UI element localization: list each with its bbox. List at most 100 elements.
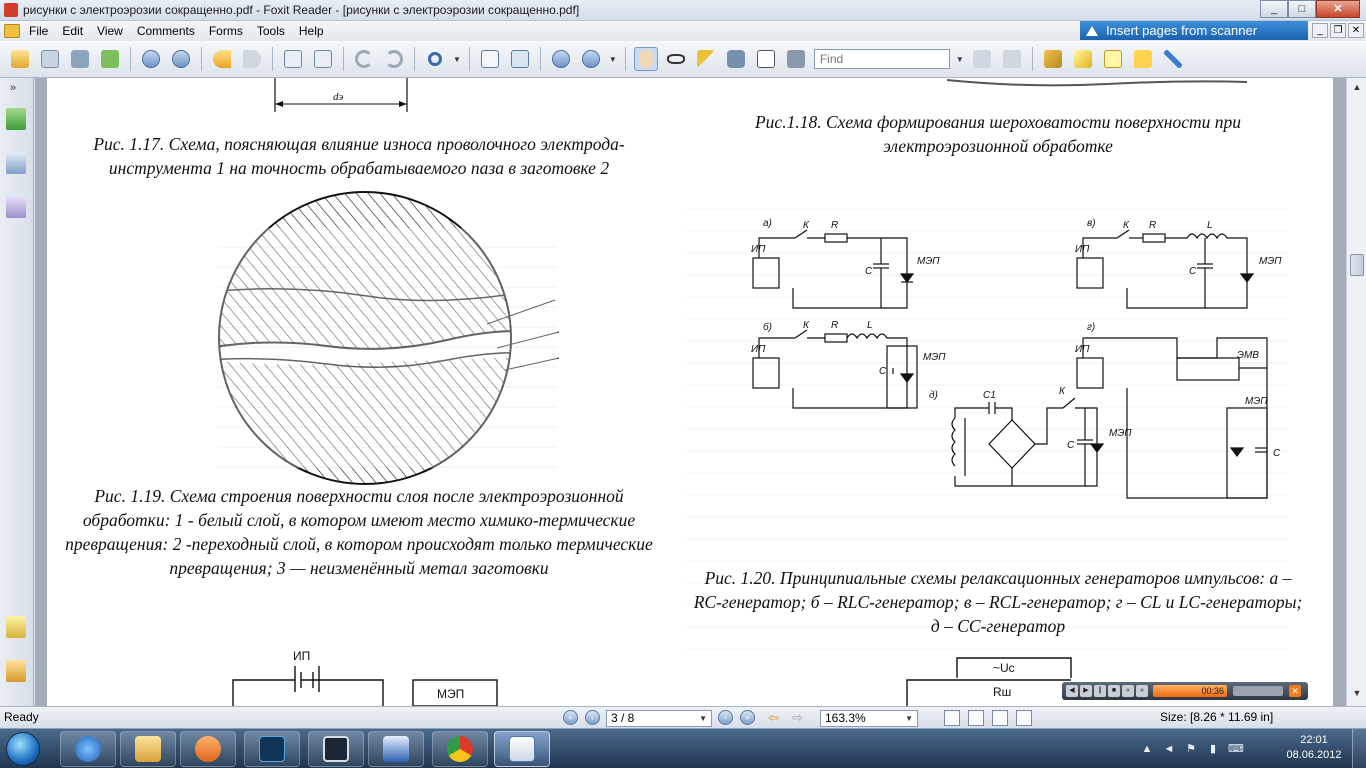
close-button[interactable]: ✕	[1316, 0, 1360, 18]
taskbar-save[interactable]	[308, 731, 364, 767]
show-desktop-button[interactable]	[1352, 729, 1366, 768]
taskbar-ie[interactable]	[60, 731, 116, 767]
bookmarks-panel-button[interactable]	[6, 108, 26, 130]
continuous-view-button[interactable]	[968, 710, 984, 726]
doc-minimize-button[interactable]: _	[1312, 23, 1328, 38]
redo-button[interactable]	[382, 47, 406, 71]
next-page-button[interactable]	[169, 47, 193, 71]
menu-tools[interactable]: Tools	[250, 24, 292, 38]
doc-close-button[interactable]: ✕	[1348, 23, 1364, 38]
fit-page-button[interactable]	[478, 47, 502, 71]
save-button[interactable]	[38, 47, 62, 71]
back-button[interactable]	[210, 47, 234, 71]
comments-panel-button[interactable]	[6, 616, 26, 638]
select-tool-button[interactable]	[694, 47, 718, 71]
taskbar-explorer[interactable]	[120, 731, 176, 767]
prev-page-button[interactable]: ‹	[585, 710, 600, 725]
previous-page-button[interactable]	[139, 47, 163, 71]
menu-edit[interactable]: Edit	[55, 24, 90, 38]
pages-panel-button[interactable]	[6, 152, 26, 174]
fit-width-button[interactable]	[508, 47, 532, 71]
menu-view[interactable]: View	[90, 24, 130, 38]
find-input[interactable]	[813, 49, 950, 69]
scroll-up-arrow[interactable]: ▲	[1350, 82, 1364, 96]
forward-button[interactable]	[240, 47, 264, 71]
next-page-status-button[interactable]: ›	[718, 710, 733, 725]
taskbar-chrome[interactable]	[432, 731, 488, 767]
media-volume-slider[interactable]	[1233, 686, 1283, 696]
panel-expand-icon[interactable]: »	[10, 82, 16, 94]
select-text-button[interactable]	[664, 47, 688, 71]
media-prev-button[interactable]: ◀	[1066, 685, 1078, 697]
minimize-button[interactable]: _	[1260, 0, 1288, 18]
network-icon[interactable]: ⚑	[1184, 742, 1198, 756]
media-rewind-button[interactable]: «	[1122, 685, 1134, 697]
note-button[interactable]	[1131, 47, 1155, 71]
insert-pages-banner[interactable]: Insert pages from scanner	[1080, 21, 1308, 40]
start-button[interactable]	[6, 732, 40, 766]
highlight-button[interactable]	[1071, 47, 1095, 71]
insert-page-button[interactable]	[281, 47, 305, 71]
media-close-button[interactable]: ✕	[1289, 685, 1301, 697]
power-icon[interactable]: ▮	[1206, 742, 1220, 756]
find-next-button[interactable]	[1000, 47, 1024, 71]
scroll-down-arrow[interactable]: ▼	[1350, 688, 1364, 702]
document-view[interactable]: dэ Рис. 1.17. Схема, поясняющая влияние …	[35, 78, 1346, 706]
media-forward-button[interactable]: »	[1136, 685, 1148, 697]
taskbar-photoshop[interactable]	[244, 731, 300, 767]
print-button[interactable]	[68, 47, 92, 71]
vertical-scrollbar[interactable]: ▲ ▼	[1346, 78, 1366, 706]
taskbar-media-player[interactable]	[180, 731, 236, 767]
find-previous-button[interactable]	[970, 47, 994, 71]
zoom-status-dropdown-arrow[interactable]: ▼	[905, 711, 913, 726]
maximize-button[interactable]: □	[1288, 0, 1316, 18]
hand-tool-button[interactable]	[633, 47, 658, 71]
media-pause-button[interactable]: ∥	[1094, 685, 1106, 697]
zoom-level-dropdown-arrow[interactable]: ▼	[609, 55, 617, 64]
media-progress[interactable]: 00:36	[1153, 685, 1227, 697]
menu-help[interactable]: Help	[292, 24, 331, 38]
comment-tool-button[interactable]	[1041, 47, 1065, 71]
snapshot-button[interactable]	[784, 47, 808, 71]
email-button[interactable]	[98, 47, 122, 71]
attachments-panel-button[interactable]	[6, 660, 26, 682]
last-page-button[interactable]: »	[740, 710, 755, 725]
volume-icon[interactable]: ◄	[1162, 742, 1176, 756]
document-menu-icon[interactable]	[4, 24, 20, 38]
zoom-dropdown-arrow[interactable]: ▼	[453, 55, 461, 64]
page-dropdown-arrow[interactable]: ▼	[699, 711, 707, 726]
first-page-button[interactable]: «	[563, 710, 578, 725]
find-dropdown-arrow[interactable]: ▼	[956, 55, 964, 64]
text-box-button[interactable]	[1101, 47, 1125, 71]
menu-file[interactable]: File	[22, 24, 55, 38]
zoom-out-button[interactable]	[549, 47, 573, 71]
zoom-in-button[interactable]	[579, 47, 603, 71]
media-stop-button[interactable]: ■	[1108, 685, 1120, 697]
show-hidden-icons[interactable]: ▲	[1140, 742, 1154, 756]
undo-button[interactable]	[352, 47, 376, 71]
zoom-level-input[interactable]: 163.3% ▼	[820, 710, 918, 727]
menu-forms[interactable]: Forms	[202, 24, 250, 38]
taskbar-clock[interactable]: 22:01 08.06.2012	[1284, 733, 1344, 763]
history-back-icon[interactable]: ⇦	[768, 710, 779, 726]
open-button[interactable]	[8, 47, 32, 71]
menu-comments[interactable]: Comments	[130, 24, 202, 38]
scroll-thumb[interactable]	[1350, 254, 1364, 276]
zoom-tool-button[interactable]	[423, 47, 447, 71]
single-page-view-button[interactable]	[944, 710, 960, 726]
taskbar-foxit-reader[interactable]	[494, 731, 550, 767]
document-window-controls: _ ❐ ✕	[1312, 23, 1364, 38]
continuous-facing-view-button[interactable]	[1016, 710, 1032, 726]
find-text-button[interactable]	[724, 47, 748, 71]
history-forward-icon[interactable]: ⇨	[792, 710, 803, 726]
taskbar-word[interactable]	[368, 731, 424, 767]
doc-restore-button[interactable]: ❐	[1330, 23, 1346, 38]
typewriter-button[interactable]	[754, 47, 778, 71]
facing-view-button[interactable]	[992, 710, 1008, 726]
language-icon[interactable]: ⌨	[1228, 742, 1244, 756]
media-play-button[interactable]: ▶	[1080, 685, 1092, 697]
arrow-tool-button[interactable]	[1161, 47, 1185, 71]
layers-panel-button[interactable]	[6, 196, 26, 218]
page-number-input[interactable]: 3 / 8 ▼	[606, 710, 712, 727]
extract-page-button[interactable]	[311, 47, 335, 71]
